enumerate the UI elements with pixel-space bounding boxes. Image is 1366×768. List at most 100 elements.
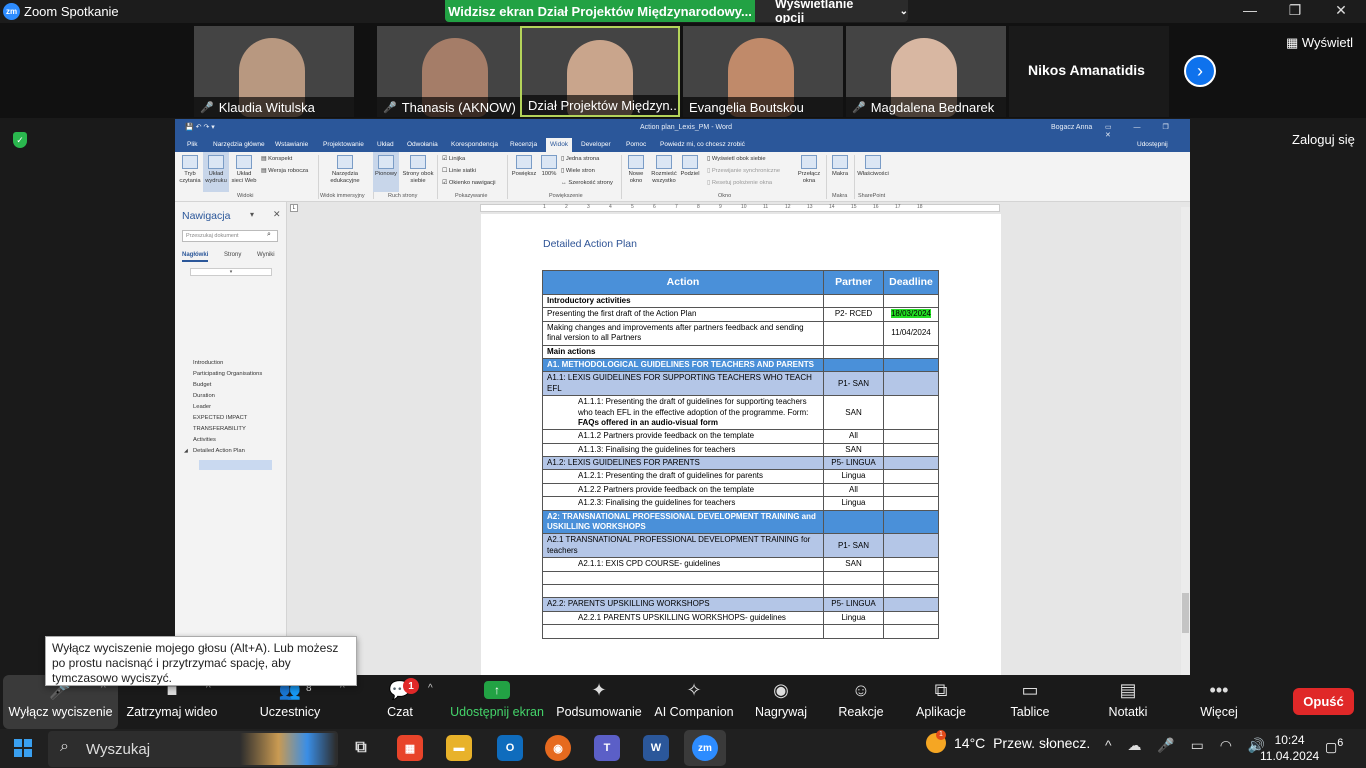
web-layout-button[interactable]: Układ sieci Web	[230, 155, 258, 185]
arrange-all-button[interactable]: Rozmieść wszystko	[648, 155, 680, 185]
zoom-app-taskbar-button[interactable]: zm	[684, 730, 726, 766]
reactions-button[interactable]: ☺ Reakcje	[836, 675, 886, 729]
sync-scroll-button[interactable]: ▯ Przewijanie synchroniczne	[707, 168, 780, 174]
close-button[interactable]: ✕	[1326, 2, 1356, 19]
chevron-up-icon[interactable]: ^	[428, 683, 433, 694]
summary-button[interactable]: ✦ Podsumowanie	[555, 675, 643, 729]
word-tab[interactable]: Recenzja	[510, 141, 537, 148]
nav-heading-item[interactable]: Duration	[193, 393, 215, 399]
word-share-button[interactable]: Udostępnij	[1137, 141, 1168, 148]
outline-button[interactable]: ▤ Konspekt	[261, 156, 292, 162]
leave-button[interactable]: Opuść	[1293, 688, 1354, 715]
nav-heading-item[interactable]: Budget	[193, 382, 211, 388]
nav-heading-item[interactable]: TRANSFERABILITY	[193, 426, 246, 432]
nav-heading-item[interactable]: Leader	[193, 404, 211, 410]
word-tab[interactable]: Układ	[377, 141, 394, 148]
new-window-button[interactable]: Nowe okno	[625, 155, 647, 185]
word-app-icon[interactable]: W	[643, 735, 669, 761]
record-button[interactable]: ◉ Nagrywaj	[752, 675, 810, 729]
nav-heading-item[interactable]: Introduction	[193, 360, 223, 366]
word-tab[interactable]: Developer	[581, 141, 611, 148]
word-tab[interactable]: Powiedz mi, co chcesz zrobić	[660, 141, 745, 148]
system-tray-icons[interactable]: ^ ☁ 🎤 ▭ ◠ 🔊	[1105, 737, 1271, 754]
store-app-icon[interactable]: ▦	[397, 735, 423, 761]
nav-close-icon[interactable]: ✕	[273, 209, 281, 220]
nav-tab-headings[interactable]: Nagłówki	[182, 252, 209, 262]
switch-windows-button[interactable]: Przełącz okna	[796, 155, 822, 185]
ruler: 1 2 3 4 5 6 7 8 9 10 11 12 13 14 15 16 17 18	[480, 204, 1000, 212]
participant-tile[interactable]: Dział Projektów Międzyn...	[520, 26, 680, 117]
reset-window-button[interactable]: ▯ Resetuj położenie okna	[707, 180, 772, 186]
properties-button[interactable]: Właściwości	[857, 155, 889, 178]
word-tab[interactable]: Projektowanie	[323, 141, 364, 148]
view-button[interactable]: ▦ Wyświetl	[1286, 35, 1353, 51]
apps-button[interactable]: ⧉ Aplikacje	[912, 675, 970, 729]
nav-expand-icon[interactable]: ◢	[184, 448, 188, 454]
print-layout-button[interactable]: Układ wydruku	[203, 152, 229, 192]
partner-cell: SAN	[823, 557, 884, 572]
nav-tab-results[interactable]: Wyniki	[257, 252, 275, 258]
chevron-right-icon[interactable]: ›	[1184, 55, 1216, 87]
participant-tile[interactable]: Evangelia Boutskou	[683, 26, 843, 117]
nav-tab-pages[interactable]: Strony	[224, 252, 241, 258]
draft-button[interactable]: ▤ Wersja robocza	[261, 168, 308, 174]
nav-current-highlight	[199, 460, 272, 470]
navigation-pane-checkbox[interactable]: ☑ Okienko nawigacji	[442, 180, 496, 186]
participant-tile[interactable]: 🎤 Magdalena Bednarek	[846, 26, 1006, 117]
doc-scroll-thumb[interactable]	[1182, 593, 1189, 633]
learning-tools-button[interactable]: Narzędzia edukacyjne	[327, 155, 363, 185]
deadline-cell	[883, 456, 939, 471]
nav-heading-item[interactable]: Detailed Action Plan	[193, 448, 245, 454]
nav-heading-item[interactable]: EXPECTED IMPACT	[193, 415, 247, 421]
login-link[interactable]: Zaloguj się	[1292, 132, 1355, 147]
nav-collapse-bar[interactable]: ▾	[190, 268, 272, 276]
nav-heading-item[interactable]: Activities	[193, 437, 216, 443]
one-page-button[interactable]: ▯ Jedna strona	[561, 156, 599, 162]
ruler-checkbox[interactable]: ☑ Linijka	[442, 156, 465, 162]
word-tab[interactable]: Korespondencja	[451, 141, 498, 148]
weather-badge: 1	[936, 730, 946, 740]
notes-button[interactable]: ▤ Notatki	[1103, 675, 1153, 729]
whiteboards-button[interactable]: ▭ Tablice	[1005, 675, 1055, 729]
document-page[interactable]: Detailed Action Plan Action Partner Deadli…	[481, 214, 1001, 675]
search-icon[interactable]: ⌕	[267, 231, 271, 239]
nav-heading-item[interactable]: Participating Organisations	[193, 371, 262, 377]
word-tab[interactable]: Plik	[187, 141, 197, 148]
participant-tile[interactable]: 🎤 Klaudia Witulska	[194, 26, 354, 117]
teams-app-icon[interactable]: T	[594, 735, 620, 761]
view-side-by-side-button[interactable]: ▯ Wyświetl obok siebie	[707, 156, 766, 162]
task-view-icon[interactable]: ⧉	[348, 735, 374, 761]
word-tab[interactable]: Narzędzia główne	[213, 141, 265, 148]
nav-menu-icon[interactable]: ▾	[250, 210, 254, 219]
view-options-button[interactable]: Wyświetlanie opcji ⌄	[755, 0, 908, 25]
word-tab[interactable]: Odwołania	[407, 141, 438, 148]
gridlines-checkbox[interactable]: ☐ Linie siatki	[442, 168, 476, 174]
page-width-button[interactable]: ↔ Szerokość strony	[561, 180, 613, 186]
minimize-button[interactable]: —	[1235, 2, 1265, 18]
weather-widget[interactable]: 1 14°C Przew. słonecz.	[926, 730, 1090, 753]
zoom-button[interactable]: Powiększ	[510, 155, 538, 178]
nav-search-input[interactable]: Przeszukaj dokument	[182, 230, 278, 242]
firefox-app-icon[interactable]: ◉	[545, 735, 571, 761]
split-button[interactable]: Podziel	[679, 155, 701, 178]
maximize-button[interactable]: ❐	[1280, 2, 1310, 19]
word-tab[interactable]: Pomoc	[626, 141, 646, 148]
participant-tile[interactable]: 🎤 Thanasis (AKNOW)	[377, 26, 537, 117]
windows-start-icon[interactable]	[14, 739, 32, 757]
vertical-button[interactable]: Pionowy	[373, 152, 399, 192]
side-by-side-button[interactable]: Strony obok siebie	[401, 155, 435, 185]
more-button[interactable]: ••• Więcej	[1195, 675, 1243, 729]
word-tab[interactable]: Wstawianie	[275, 141, 308, 148]
taskbar-clock[interactable]: 10:24 11.04.2024	[1260, 732, 1319, 764]
macros-button[interactable]: Makra	[829, 155, 851, 178]
zoom-100-button[interactable]: 100%	[539, 155, 559, 178]
word-tab[interactable]: Widok	[546, 138, 573, 152]
shield-icon[interactable]: ✓	[13, 132, 27, 148]
reading-mode-button[interactable]: Tryb czytania	[178, 155, 202, 185]
ai-companion-button[interactable]: ✧ AI Companion	[652, 675, 736, 729]
share-screen-button[interactable]: ↑ Udostępnij ekran	[450, 675, 544, 729]
outlook-app-icon[interactable]: O	[497, 735, 523, 761]
notification-center-icon[interactable]: ▢6	[1325, 737, 1343, 755]
file-explorer-icon[interactable]: ▬	[446, 735, 472, 761]
multiple-pages-button[interactable]: ▯ Wiele stron	[561, 168, 595, 174]
